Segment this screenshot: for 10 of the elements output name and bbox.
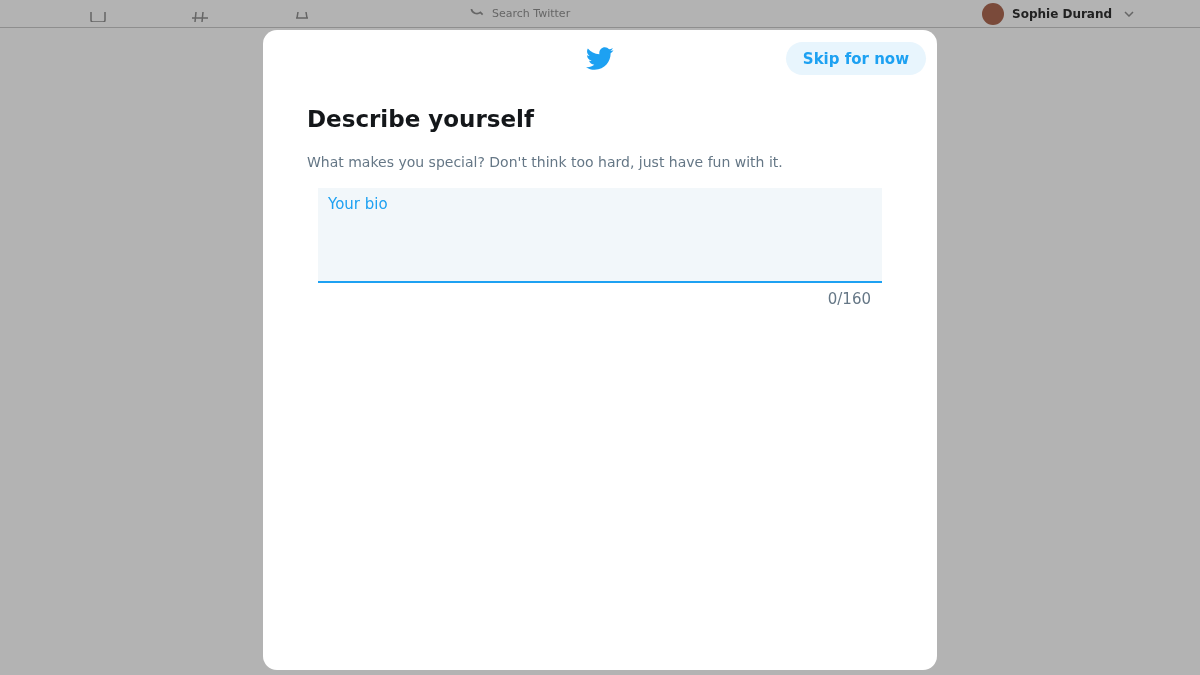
avatar[interactable] [982,2,1004,25]
search-field[interactable]: Search Twitter [470,7,612,20]
user-name[interactable]: Sophie Durand [1012,6,1113,21]
hashtag-icon[interactable] [192,11,208,22]
dialog-subtitle: What makes you special? Don't think too hard, just have fun with it. [307,154,784,170]
character-counter: 0/160 [827,290,871,308]
dialog-title: Describe yourself [307,106,536,132]
caret-icon[interactable] [1124,10,1135,17]
bio-field[interactable]: Your bio [318,188,882,283]
bird-logo-icon [586,47,614,71]
